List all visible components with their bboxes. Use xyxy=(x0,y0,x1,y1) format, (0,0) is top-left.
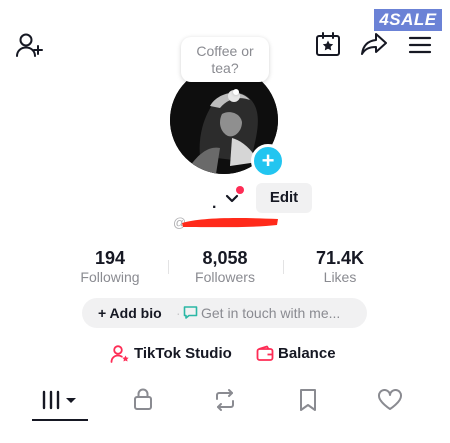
wallet-icon xyxy=(256,345,274,363)
likes-label: Likes xyxy=(323,269,357,285)
followers-label: Followers xyxy=(195,269,255,285)
edit-button[interactable]: Edit xyxy=(256,183,312,213)
stat-following[interactable]: 194 Following xyxy=(68,248,152,285)
lock-icon[interactable] xyxy=(132,387,154,411)
bookmark-icon[interactable] xyxy=(298,388,318,412)
stat-divider xyxy=(283,260,284,274)
note-bubble[interactable]: Coffee or tea? xyxy=(181,37,269,82)
note-line-2: tea? xyxy=(211,59,239,76)
add-bio-button[interactable]: + Add bio xyxy=(98,298,162,328)
contact-placeholder[interactable]: Get in touch with me... xyxy=(201,298,340,328)
message-icon xyxy=(183,305,198,320)
stat-divider xyxy=(168,260,169,274)
bio-separator: · xyxy=(176,305,181,321)
share-icon[interactable] xyxy=(360,32,388,56)
balance-label: Balance xyxy=(278,345,336,362)
stat-followers[interactable]: 8,058 Followers xyxy=(180,248,270,285)
display-name: . xyxy=(212,195,217,212)
watermark-tag: 4SALE xyxy=(374,9,442,31)
content-tab-bar xyxy=(0,385,450,421)
chevron-down-icon[interactable] xyxy=(224,193,240,205)
username-handle: @ xyxy=(168,212,280,232)
menu-icon[interactable] xyxy=(408,36,432,54)
active-tab-indicator xyxy=(32,419,88,421)
bio-pill[interactable]: + Add bio · Get in touch with me... xyxy=(82,298,367,328)
studio-user-star-icon xyxy=(110,344,130,364)
add-user-icon[interactable] xyxy=(16,32,44,58)
studio-label: TikTok Studio xyxy=(134,345,232,362)
videos-grid-icon[interactable] xyxy=(40,389,80,411)
following-label: Following xyxy=(80,269,140,285)
note-bubble-tail xyxy=(233,89,239,95)
note-line-1: Coffee or xyxy=(196,42,254,59)
followers-count: 8,058 xyxy=(202,248,248,268)
plus-icon: + xyxy=(261,148,275,173)
calendar-star-icon[interactable] xyxy=(315,31,341,57)
redaction-mark xyxy=(182,218,278,228)
repost-icon[interactable] xyxy=(213,388,237,412)
stat-likes[interactable]: 71.4K Likes xyxy=(298,248,382,285)
likes-count: 71.4K xyxy=(315,248,365,268)
notification-dot xyxy=(236,186,244,194)
following-count: 194 xyxy=(94,248,126,268)
heart-icon[interactable] xyxy=(377,389,403,411)
add-story-button[interactable]: + xyxy=(251,144,285,178)
